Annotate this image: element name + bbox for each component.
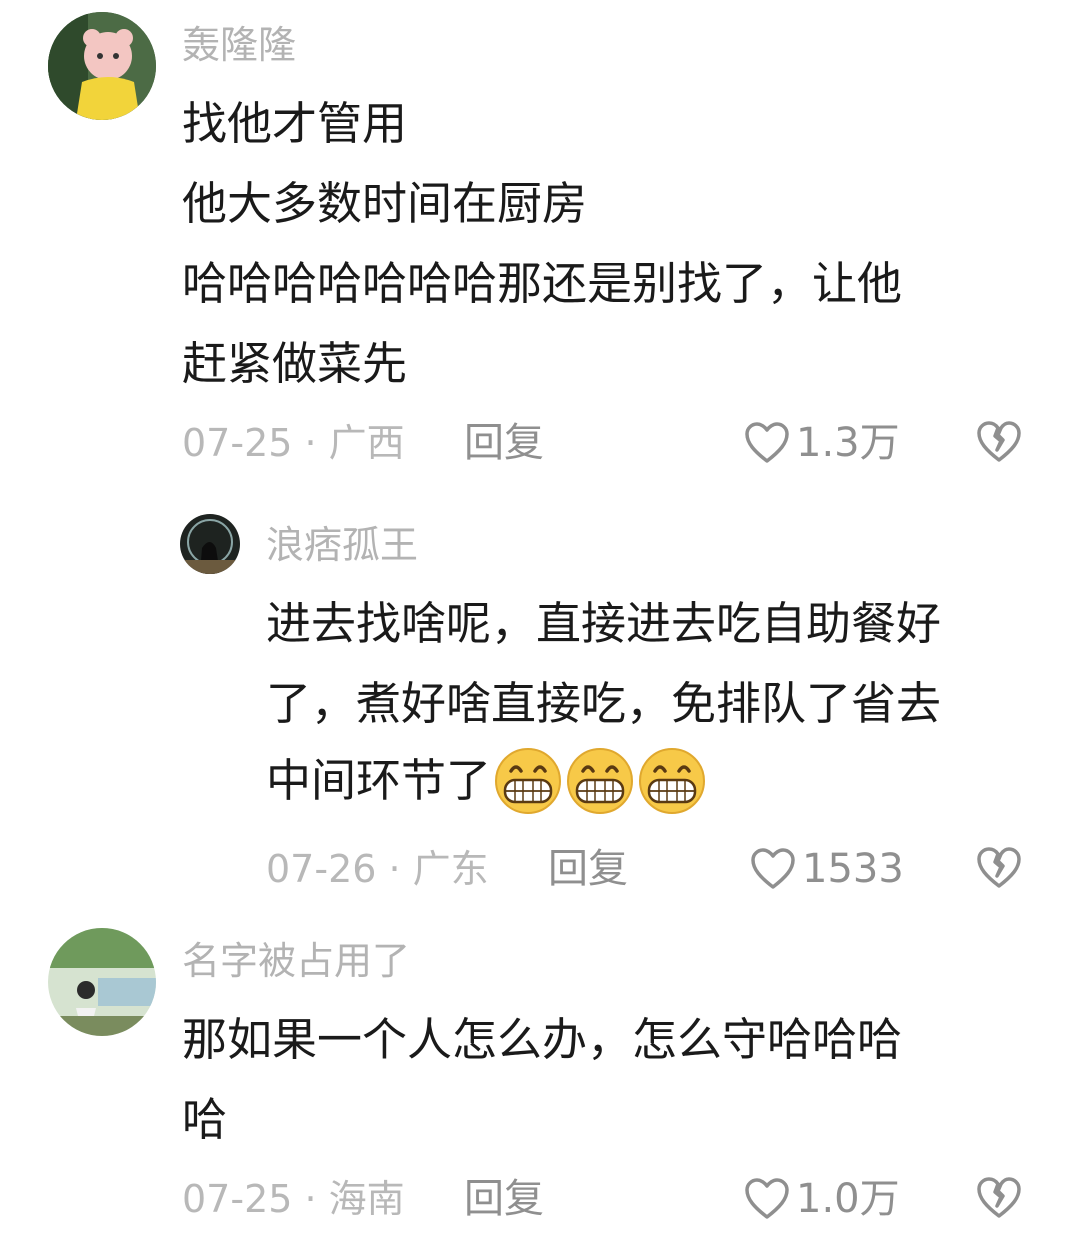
avatar[interactable] [180,514,240,574]
comment-text-line: 进去找啥呢，直接进去吃自助餐好 [266,597,942,650]
comment-list: 轰隆隆 找他才管用 他大多数时间在厨房 哈哈哈哈哈哈哈那还是别找了，让他 赶紧做… [0,0,1080,1244]
broken-heart-icon [977,421,1021,462]
dislike-button[interactable] [975,1176,1023,1224]
username[interactable]: 轰隆隆 [182,22,296,68]
dislike-button[interactable] [975,420,1023,468]
reply-button[interactable]: 回复 [464,1176,544,1222]
avatar[interactable] [48,928,156,1036]
broken-heart-icon [977,847,1021,888]
broken-heart-icon [977,1177,1021,1218]
heart-outline-icon [751,848,795,889]
comment-date-location: 07-25 · 广西 [182,421,405,465]
comment-text-line: 他大多数时间在厨房 [182,177,588,230]
comment-item: 轰隆隆 找他才管用 他大多数时间在厨房 哈哈哈哈哈哈哈那还是别找了，让他 赶紧做… [0,0,1080,480]
comment-text-line-with-emoji: 中间环节了 [266,746,707,816]
like-count: 1533 [802,846,904,892]
like-count: 1.3万 [796,420,900,466]
comment-text-line: 哈哈哈哈哈哈哈那还是别找了，让他 [182,257,903,310]
comment-text-line: 哈 [182,1093,228,1146]
like-button[interactable]: 1.0万 [744,1176,900,1222]
comment-date-location: 07-26 · 广东 [266,847,489,891]
grinning-face-emoji [639,748,706,814]
comment-date-location: 07-25 · 海南 [182,1177,405,1221]
like-button[interactable]: 1.3万 [744,420,900,466]
like-count: 1.0万 [796,1176,900,1222]
comment-text-line: 了，煮好啥直接吃，免排队了省去 [266,677,942,730]
heart-outline-icon [745,1178,789,1219]
like-button[interactable]: 1533 [750,846,904,892]
comment-text-line: 那如果一个人怎么办，怎么守哈哈哈 [182,1013,903,1066]
reply-button[interactable]: 回复 [548,846,628,892]
avatar[interactable] [48,12,156,120]
comment-text-line: 赶紧做菜先 [182,337,408,390]
reply-button[interactable]: 回复 [464,420,544,466]
username[interactable]: 浪痞孤王 [266,522,418,568]
reply-comment-item: 浪痞孤王 进去找啥呢，直接进去吃自助餐好 了，煮好啥直接吃，免排队了省去 中间环… [0,500,1080,900]
username[interactable]: 名字被占用了 [182,938,410,984]
heart-outline-icon [745,422,789,463]
grinning-face-emoji [495,748,562,814]
comment-item: 名字被占用了 那如果一个人怎么办，怎么守哈哈哈 哈 07-25 · 海南 回复 … [0,920,1080,1244]
comment-text-line: 找他才管用 [182,97,408,150]
dislike-button[interactable] [975,846,1023,894]
comment-text: 中间环节了 [266,754,492,807]
grinning-face-emoji [567,748,634,814]
